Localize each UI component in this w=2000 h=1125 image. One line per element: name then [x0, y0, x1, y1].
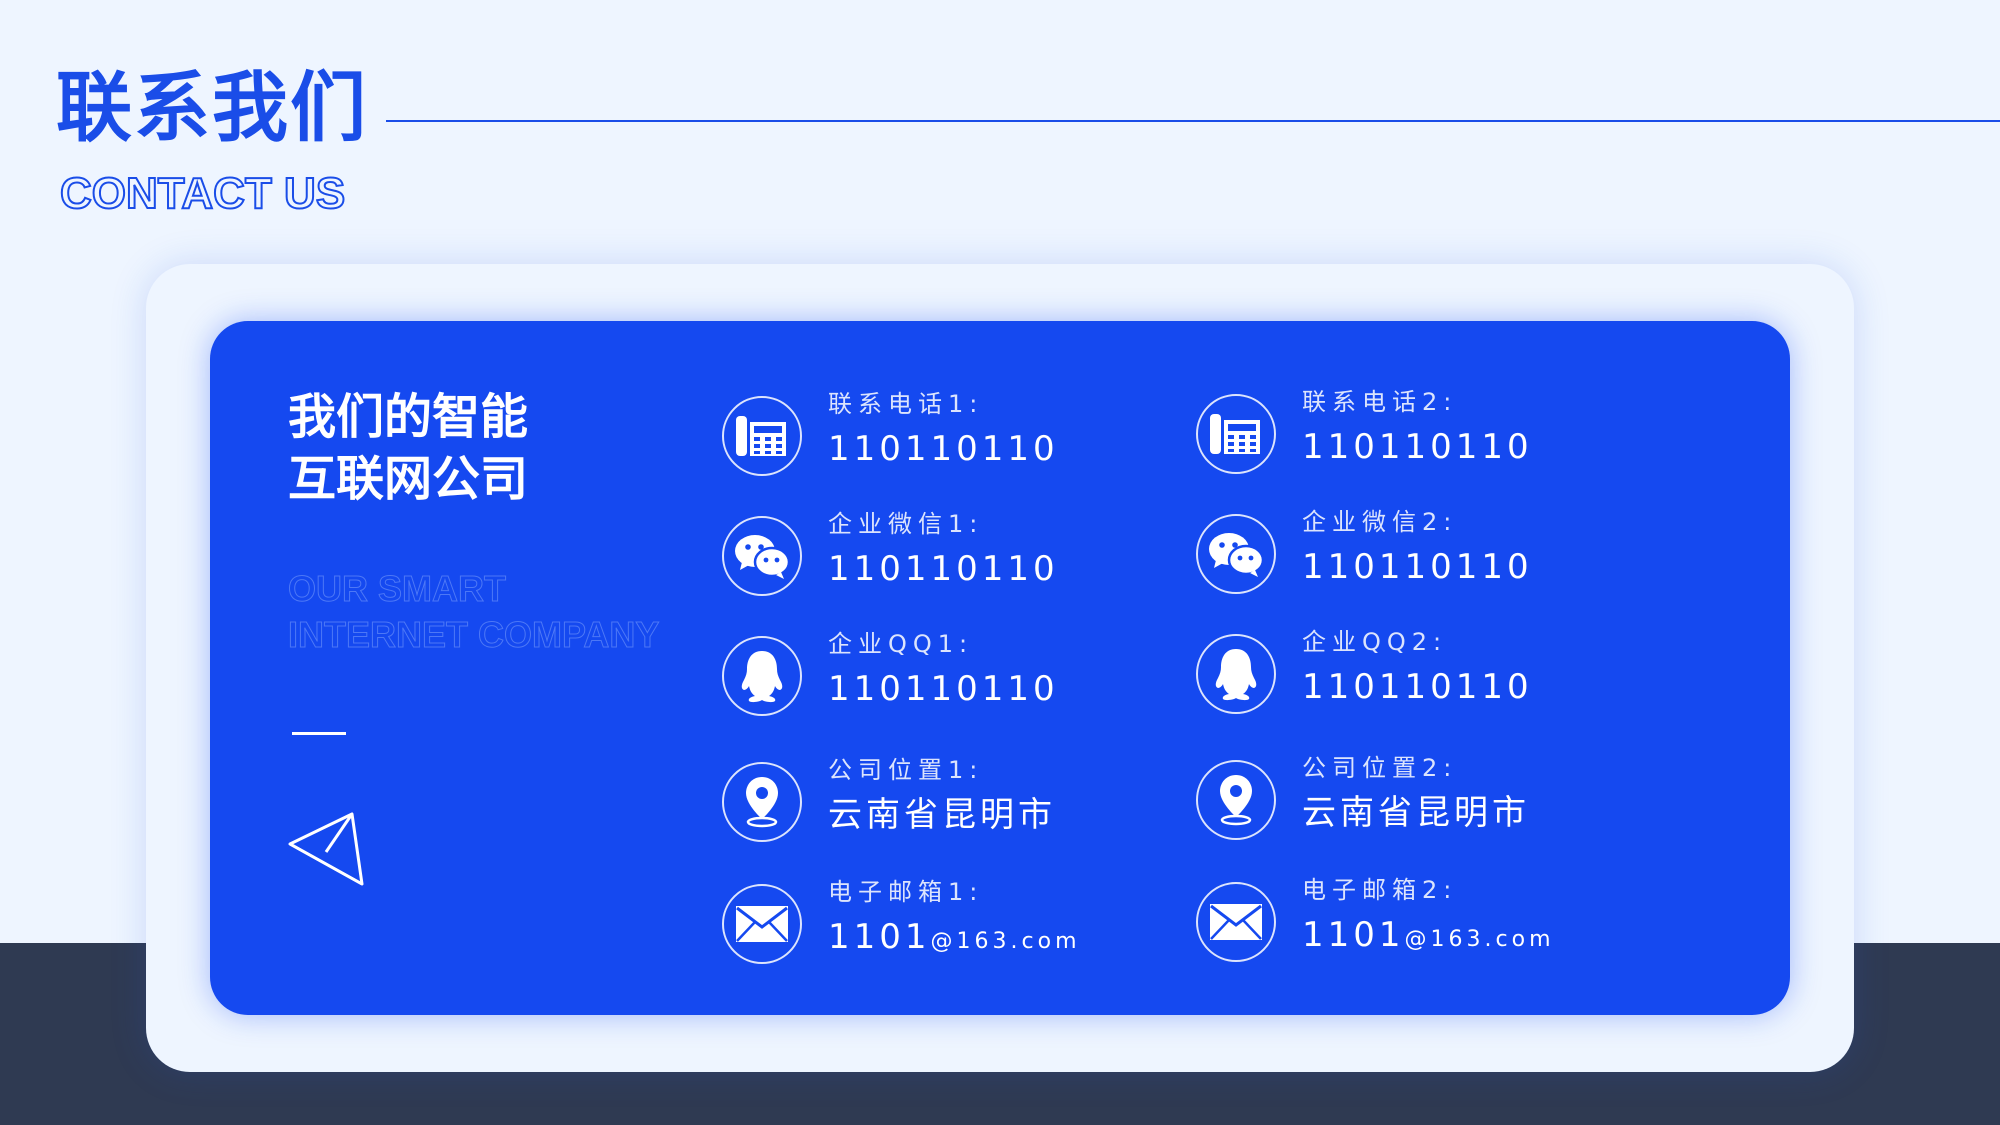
wechat-icon — [1196, 514, 1276, 594]
email-domain: @163.com — [930, 929, 1081, 954]
company-heading-line2: 互联网公司 — [288, 451, 529, 507]
contact-item-phone-2: 联系电话2: 110110110 — [1196, 390, 1656, 480]
contact-label: 电子邮箱1: — [828, 878, 984, 906]
contact-label: 公司位置2: — [1302, 754, 1458, 782]
contact-item-email-1: 电子邮箱1: 1101@163.com — [722, 880, 1182, 970]
telephone-icon — [722, 396, 802, 476]
contact-label: 联系电话2: — [1302, 388, 1458, 416]
mail-icon — [722, 884, 802, 964]
contact-label: 电子邮箱2: — [1302, 876, 1458, 904]
page-title: 联系我们 — [56, 63, 368, 152]
contact-label: 企业微信2: — [1302, 508, 1458, 536]
contact-value[interactable]: 110110110 — [1302, 670, 1533, 704]
contact-value[interactable]: 1101@163.com — [1302, 918, 1555, 952]
company-subtitle-line1: OUR SMART — [287, 568, 506, 610]
contact-item-qq-1: 企业QQ1: 110110110 — [722, 632, 1182, 722]
contact-label: 企业QQ2: — [1302, 628, 1448, 656]
contact-value[interactable]: 110110110 — [828, 552, 1059, 586]
contact-value[interactable]: 云南省昆明市 — [1302, 796, 1530, 830]
contact-value[interactable]: 110110110 — [828, 432, 1059, 466]
contact-value[interactable]: 云南省昆明市 — [828, 798, 1056, 832]
email-domain: @163.com — [1404, 927, 1555, 952]
email-local: 1101 — [1302, 915, 1405, 955]
contact-item-location-1: 公司位置1: 云南省昆明市 — [722, 758, 1182, 848]
contact-item-qq-2: 企业QQ2: 110110110 — [1196, 630, 1656, 720]
contact-value[interactable]: 110110110 — [1302, 430, 1533, 464]
contact-label: 企业微信1: — [828, 510, 984, 538]
email-local: 1101 — [828, 917, 931, 957]
telephone-icon — [1196, 394, 1276, 474]
contact-item-wechat-1: 企业微信1: 110110110 — [722, 512, 1182, 602]
contact-value[interactable]: 110110110 — [1302, 550, 1533, 584]
qq-icon — [1196, 634, 1276, 714]
paper-plane-icon — [288, 812, 364, 886]
contact-value[interactable]: 1101@163.com — [828, 920, 1081, 954]
contact-value[interactable]: 110110110 — [828, 672, 1059, 706]
qq-icon — [722, 636, 802, 716]
mail-icon — [1196, 882, 1276, 962]
contact-item-location-2: 公司位置2: 云南省昆明市 — [1196, 756, 1656, 846]
location-pin-icon — [1196, 760, 1276, 840]
company-heading-line1: 我们的智能 — [288, 389, 529, 445]
wechat-icon — [722, 516, 802, 596]
company-subtitle: OUR SMART INTERNET COMPANY — [287, 566, 660, 658]
title-divider — [386, 120, 2000, 122]
contact-label: 企业QQ1: — [828, 630, 974, 658]
company-subtitle-line2: INTERNET COMPANY — [287, 614, 660, 656]
contact-label: 联系电话1: — [828, 390, 984, 418]
page-subtitle: CONTACT US — [59, 169, 346, 218]
contact-item-wechat-2: 企业微信2: 110110110 — [1196, 510, 1656, 600]
contact-item-phone-1: 联系电话1: 110110110 — [722, 392, 1182, 482]
location-pin-icon — [722, 762, 802, 842]
contact-item-email-2: 电子邮箱2: 1101@163.com — [1196, 878, 1656, 968]
company-heading: 我们的智能 互联网公司 — [288, 386, 528, 510]
contact-label: 公司位置1: — [828, 756, 984, 784]
accent-dash — [292, 732, 346, 735]
